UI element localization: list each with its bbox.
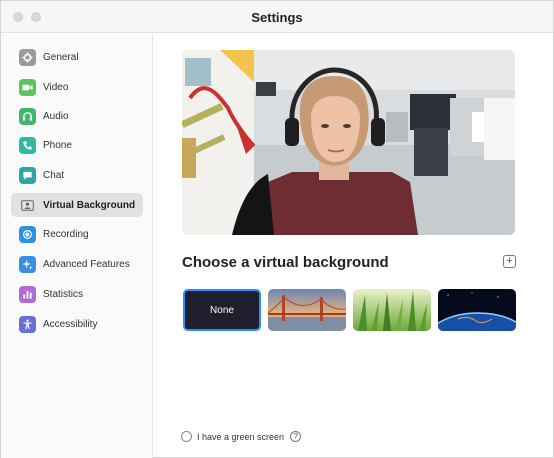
settings-window: Settings General Video Audio Phone Chat … xyxy=(0,0,554,458)
sidebar-item-label: Statistics xyxy=(43,288,84,300)
phone-icon xyxy=(19,136,36,154)
sidebar-item-label: Chat xyxy=(43,169,65,181)
person-background-icon xyxy=(19,197,36,214)
headphones-icon xyxy=(19,107,36,125)
sidebar-item-chat[interactable]: Chat xyxy=(11,163,143,187)
record-icon xyxy=(19,225,36,243)
sidebar-item-label: General xyxy=(43,51,79,63)
video-preview xyxy=(182,50,515,235)
sidebar-item-label: Phone xyxy=(43,139,72,151)
window-title: Settings xyxy=(251,10,303,25)
sidebar-item-video[interactable]: Video xyxy=(11,75,143,99)
sidebar-item-label: Recording xyxy=(43,228,89,240)
virtual-background-heading: Choose a virtual background xyxy=(182,254,389,271)
background-option-label: None xyxy=(210,304,234,316)
sidebar-item-virtual-background[interactable]: Virtual Background xyxy=(11,193,143,217)
background-option-grass[interactable] xyxy=(353,289,431,331)
gear-icon xyxy=(19,48,36,66)
sidebar-item-recording[interactable]: Recording xyxy=(11,222,143,246)
green-screen-option: I have a green screen ? xyxy=(181,431,302,442)
sidebar: General Video Audio Phone Chat Virtual B… xyxy=(1,34,153,458)
sidebar-item-advanced-features[interactable]: Advanced Features xyxy=(11,252,143,276)
title-bar: Settings xyxy=(1,1,553,33)
sidebar-item-label: Virtual Background xyxy=(43,199,136,211)
bar-chart-icon xyxy=(19,285,36,303)
sidebar-item-phone[interactable]: Phone xyxy=(11,133,143,157)
green-screen-label: I have a green screen xyxy=(197,431,285,442)
sparkle-icon xyxy=(19,255,36,273)
sidebar-item-statistics[interactable]: Statistics xyxy=(11,282,143,306)
sidebar-item-label: Audio xyxy=(43,110,69,122)
sidebar-item-label: Advanced Features xyxy=(43,258,130,270)
background-option-earth-from-space[interactable] xyxy=(438,289,516,331)
video-camera-icon xyxy=(19,78,36,96)
sidebar-item-label: Video xyxy=(43,81,69,93)
sidebar-item-accessibility[interactable]: Accessibility xyxy=(11,312,143,336)
background-option-golden-gate-bridge[interactable] xyxy=(268,289,346,331)
green-screen-checkbox[interactable] xyxy=(181,431,192,442)
main-panel: Choose a virtual background + None I hav… xyxy=(154,34,554,458)
plus-icon: + xyxy=(506,255,513,267)
accessibility-icon xyxy=(19,315,36,333)
chat-bubble-icon xyxy=(19,166,36,184)
sidebar-item-general[interactable]: General xyxy=(11,45,143,69)
question-icon[interactable]: ? xyxy=(290,431,302,442)
background-option-none[interactable]: None xyxy=(183,289,261,331)
add-background-button[interactable]: + xyxy=(503,255,516,268)
sidebar-item-label: Accessibility xyxy=(43,318,98,330)
sidebar-item-audio[interactable]: Audio xyxy=(11,104,143,128)
